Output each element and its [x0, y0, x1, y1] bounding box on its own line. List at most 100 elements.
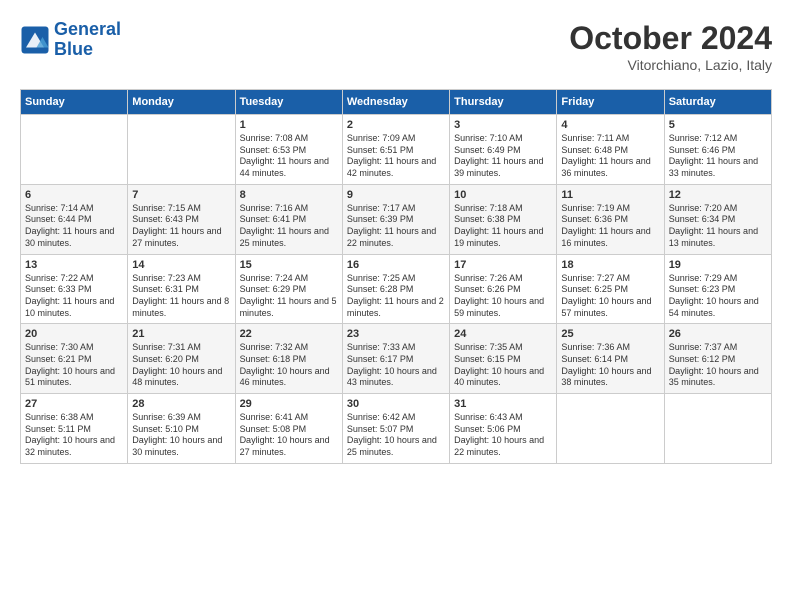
day-info: Sunrise: 7:16 AM Sunset: 6:41 PM Dayligh…: [240, 203, 338, 250]
day-info: Sunrise: 7:25 AM Sunset: 6:28 PM Dayligh…: [347, 273, 445, 320]
calendar-week-row: 27 Sunrise: 6:38 AM Sunset: 5:11 PM Dayl…: [21, 394, 772, 464]
day-number: 26: [669, 328, 767, 340]
day-info: Sunrise: 7:14 AM Sunset: 6:44 PM Dayligh…: [25, 203, 123, 250]
day-info: Sunrise: 7:27 AM Sunset: 6:25 PM Dayligh…: [561, 273, 659, 320]
calendar-day-cell: 1 Sunrise: 7:08 AM Sunset: 6:53 PM Dayli…: [235, 115, 342, 185]
day-info: Sunrise: 7:15 AM Sunset: 6:43 PM Dayligh…: [132, 203, 230, 250]
logo-line2: Blue: [54, 39, 93, 59]
calendar-day-cell: 30 Sunrise: 6:42 AM Sunset: 5:07 PM Dayl…: [342, 394, 449, 464]
calendar-day-cell: 22 Sunrise: 7:32 AM Sunset: 6:18 PM Dayl…: [235, 324, 342, 394]
day-number: 9: [347, 189, 445, 201]
weekday-header-row: SundayMondayTuesdayWednesdayThursdayFrid…: [21, 90, 772, 115]
calendar-day-cell: 17 Sunrise: 7:26 AM Sunset: 6:26 PM Dayl…: [450, 254, 557, 324]
calendar-day-cell: 16 Sunrise: 7:25 AM Sunset: 6:28 PM Dayl…: [342, 254, 449, 324]
day-info: Sunrise: 7:26 AM Sunset: 6:26 PM Dayligh…: [454, 273, 552, 320]
calendar-day-cell: 13 Sunrise: 7:22 AM Sunset: 6:33 PM Dayl…: [21, 254, 128, 324]
calendar-day-cell: 23 Sunrise: 7:33 AM Sunset: 6:17 PM Dayl…: [342, 324, 449, 394]
day-number: 19: [669, 259, 767, 271]
day-number: 28: [132, 398, 230, 410]
weekday-header: Monday: [128, 90, 235, 115]
day-info: Sunrise: 6:42 AM Sunset: 5:07 PM Dayligh…: [347, 412, 445, 459]
calendar-day-cell: 24 Sunrise: 7:35 AM Sunset: 6:15 PM Dayl…: [450, 324, 557, 394]
calendar-day-cell: 21 Sunrise: 7:31 AM Sunset: 6:20 PM Dayl…: [128, 324, 235, 394]
day-number: 23: [347, 328, 445, 340]
location: Vitorchiano, Lazio, Italy: [569, 57, 772, 73]
day-info: Sunrise: 7:22 AM Sunset: 6:33 PM Dayligh…: [25, 273, 123, 320]
title-block: October 2024 Vitorchiano, Lazio, Italy: [569, 20, 772, 73]
logo: General Blue: [20, 20, 121, 60]
calendar-day-cell: 31 Sunrise: 6:43 AM Sunset: 5:06 PM Dayl…: [450, 394, 557, 464]
day-number: 5: [669, 119, 767, 131]
day-info: Sunrise: 6:38 AM Sunset: 5:11 PM Dayligh…: [25, 412, 123, 459]
day-number: 15: [240, 259, 338, 271]
day-info: Sunrise: 7:31 AM Sunset: 6:20 PM Dayligh…: [132, 342, 230, 389]
calendar-day-cell: 9 Sunrise: 7:17 AM Sunset: 6:39 PM Dayli…: [342, 184, 449, 254]
day-info: Sunrise: 6:43 AM Sunset: 5:06 PM Dayligh…: [454, 412, 552, 459]
calendar-day-cell: 26 Sunrise: 7:37 AM Sunset: 6:12 PM Dayl…: [664, 324, 771, 394]
day-number: 31: [454, 398, 552, 410]
calendar-day-cell: 11 Sunrise: 7:19 AM Sunset: 6:36 PM Dayl…: [557, 184, 664, 254]
day-info: Sunrise: 7:12 AM Sunset: 6:46 PM Dayligh…: [669, 133, 767, 180]
weekday-header: Thursday: [450, 90, 557, 115]
day-number: 13: [25, 259, 123, 271]
day-info: Sunrise: 7:10 AM Sunset: 6:49 PM Dayligh…: [454, 133, 552, 180]
calendar-day-cell: 25 Sunrise: 7:36 AM Sunset: 6:14 PM Dayl…: [557, 324, 664, 394]
day-number: 12: [669, 189, 767, 201]
day-number: 25: [561, 328, 659, 340]
day-number: 24: [454, 328, 552, 340]
day-number: 22: [240, 328, 338, 340]
day-number: 20: [25, 328, 123, 340]
calendar-day-cell: 20 Sunrise: 7:30 AM Sunset: 6:21 PM Dayl…: [21, 324, 128, 394]
day-info: Sunrise: 7:23 AM Sunset: 6:31 PM Dayligh…: [132, 273, 230, 320]
calendar-day-cell: 4 Sunrise: 7:11 AM Sunset: 6:48 PM Dayli…: [557, 115, 664, 185]
calendar-day-cell: 15 Sunrise: 7:24 AM Sunset: 6:29 PM Dayl…: [235, 254, 342, 324]
month-title: October 2024: [569, 20, 772, 57]
logo-line1: General: [54, 19, 121, 39]
day-number: 8: [240, 189, 338, 201]
day-info: Sunrise: 7:33 AM Sunset: 6:17 PM Dayligh…: [347, 342, 445, 389]
calendar-week-row: 6 Sunrise: 7:14 AM Sunset: 6:44 PM Dayli…: [21, 184, 772, 254]
weekday-header: Tuesday: [235, 90, 342, 115]
day-number: 2: [347, 119, 445, 131]
calendar-day-cell: 12 Sunrise: 7:20 AM Sunset: 6:34 PM Dayl…: [664, 184, 771, 254]
logo-icon: [20, 25, 50, 55]
day-info: Sunrise: 7:18 AM Sunset: 6:38 PM Dayligh…: [454, 203, 552, 250]
calendar-day-cell: 7 Sunrise: 7:15 AM Sunset: 6:43 PM Dayli…: [128, 184, 235, 254]
day-number: 16: [347, 259, 445, 271]
calendar-day-cell: 5 Sunrise: 7:12 AM Sunset: 6:46 PM Dayli…: [664, 115, 771, 185]
day-info: Sunrise: 7:36 AM Sunset: 6:14 PM Dayligh…: [561, 342, 659, 389]
day-info: Sunrise: 7:30 AM Sunset: 6:21 PM Dayligh…: [25, 342, 123, 389]
calendar-day-cell: [557, 394, 664, 464]
day-info: Sunrise: 7:32 AM Sunset: 6:18 PM Dayligh…: [240, 342, 338, 389]
day-number: 21: [132, 328, 230, 340]
day-info: Sunrise: 7:17 AM Sunset: 6:39 PM Dayligh…: [347, 203, 445, 250]
day-info: Sunrise: 7:08 AM Sunset: 6:53 PM Dayligh…: [240, 133, 338, 180]
calendar-day-cell: [21, 115, 128, 185]
calendar-day-cell: [664, 394, 771, 464]
calendar-day-cell: [128, 115, 235, 185]
day-number: 14: [132, 259, 230, 271]
weekday-header: Sunday: [21, 90, 128, 115]
day-number: 17: [454, 259, 552, 271]
day-number: 30: [347, 398, 445, 410]
day-number: 6: [25, 189, 123, 201]
day-info: Sunrise: 7:35 AM Sunset: 6:15 PM Dayligh…: [454, 342, 552, 389]
calendar-day-cell: 18 Sunrise: 7:27 AM Sunset: 6:25 PM Dayl…: [557, 254, 664, 324]
calendar-week-row: 20 Sunrise: 7:30 AM Sunset: 6:21 PM Dayl…: [21, 324, 772, 394]
calendar-day-cell: 10 Sunrise: 7:18 AM Sunset: 6:38 PM Dayl…: [450, 184, 557, 254]
calendar-day-cell: 27 Sunrise: 6:38 AM Sunset: 5:11 PM Dayl…: [21, 394, 128, 464]
day-number: 10: [454, 189, 552, 201]
day-info: Sunrise: 7:11 AM Sunset: 6:48 PM Dayligh…: [561, 133, 659, 180]
weekday-header: Wednesday: [342, 90, 449, 115]
day-number: 4: [561, 119, 659, 131]
day-info: Sunrise: 7:09 AM Sunset: 6:51 PM Dayligh…: [347, 133, 445, 180]
day-number: 18: [561, 259, 659, 271]
calendar-day-cell: 3 Sunrise: 7:10 AM Sunset: 6:49 PM Dayli…: [450, 115, 557, 185]
day-info: Sunrise: 7:19 AM Sunset: 6:36 PM Dayligh…: [561, 203, 659, 250]
day-number: 29: [240, 398, 338, 410]
calendar-day-cell: 6 Sunrise: 7:14 AM Sunset: 6:44 PM Dayli…: [21, 184, 128, 254]
day-number: 27: [25, 398, 123, 410]
calendar: SundayMondayTuesdayWednesdayThursdayFrid…: [20, 89, 772, 464]
calendar-day-cell: 2 Sunrise: 7:09 AM Sunset: 6:51 PM Dayli…: [342, 115, 449, 185]
day-info: Sunrise: 7:29 AM Sunset: 6:23 PM Dayligh…: [669, 273, 767, 320]
